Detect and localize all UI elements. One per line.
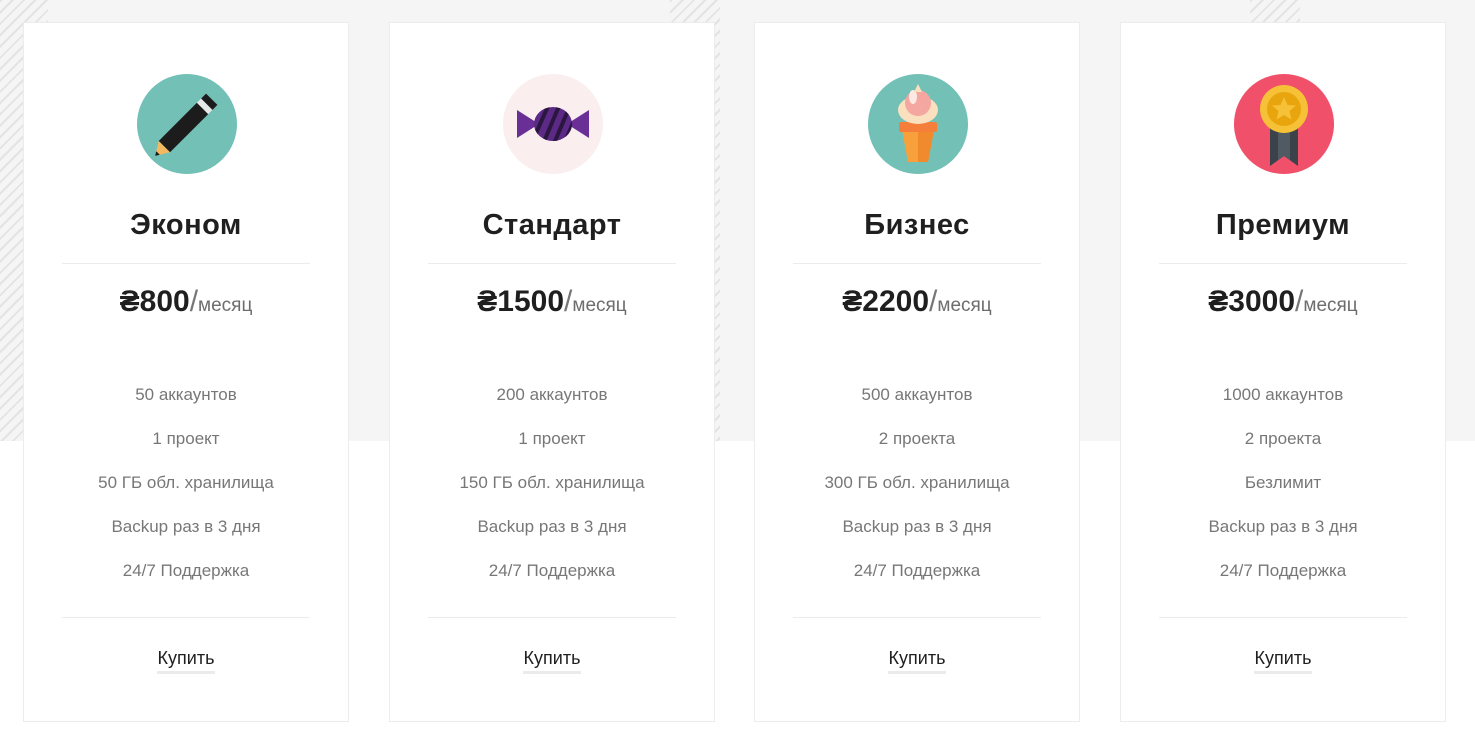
feature-list: 50 аккаунтов 1 проект 50 ГБ обл. хранили… xyxy=(24,383,348,603)
feature-item: 24/7 Поддержка xyxy=(488,561,616,580)
feature-item: 500 аккаунтов xyxy=(861,385,973,404)
feature-item: Безлимит xyxy=(1244,473,1322,492)
feature-item: 2 проекта xyxy=(1244,429,1322,448)
plan-title: Премиум xyxy=(1215,209,1351,241)
divider xyxy=(793,617,1041,618)
buy-button[interactable]: Купить xyxy=(1253,647,1313,674)
price-period: месяц xyxy=(937,295,992,316)
decorative-stripes-right xyxy=(1250,0,1300,22)
feature-item: 300 ГБ обл. хранилища xyxy=(824,473,1010,492)
plan-title: Стандарт xyxy=(482,209,622,241)
feature-item: 1 проект xyxy=(518,429,586,448)
ice-cream-icon xyxy=(868,74,968,174)
buy-wrapper: Купить xyxy=(24,647,348,674)
pricing-card-econom: Эконом ₴800/месяц 50 аккаунтов 1 проект … xyxy=(23,22,349,722)
plan-price: ₴2200/месяц xyxy=(755,285,1079,319)
feature-list: 200 аккаунтов 1 проект 150 ГБ обл. храни… xyxy=(390,383,714,603)
feature-item: 1 проект xyxy=(152,429,220,448)
buy-button[interactable]: Купить xyxy=(156,647,216,674)
feature-item: 150 ГБ обл. хранилища xyxy=(459,473,645,492)
price-period: месяц xyxy=(572,295,627,316)
price-amount: ₴2200 xyxy=(842,285,930,318)
feature-item: Backup раз в 3 дня xyxy=(1208,517,1358,536)
pricing-card-premium: Премиум ₴3000/месяц 1000 аккаунтов 2 про… xyxy=(1120,22,1446,722)
divider xyxy=(1159,617,1407,618)
pricing-card-standard: Стандарт ₴1500/месяц 200 аккаунтов 1 про… xyxy=(389,22,715,722)
pricing-card-business: Бизнес ₴2200/месяц 500 аккаунтов 2 проек… xyxy=(754,22,1080,722)
feature-item: 2 проекта xyxy=(878,429,956,448)
feature-item: Backup раз в 3 дня xyxy=(842,517,992,536)
price-separator: / xyxy=(189,285,199,318)
divider xyxy=(62,263,310,264)
feature-item: 24/7 Поддержка xyxy=(1219,561,1347,580)
plan-title: Эконом xyxy=(130,209,242,241)
price-amount: ₴800 xyxy=(119,285,190,318)
feature-item: 24/7 Поддержка xyxy=(122,561,250,580)
price-period: месяц xyxy=(1303,295,1358,316)
divider xyxy=(428,263,676,264)
divider xyxy=(793,263,1041,264)
pencil-icon xyxy=(137,74,237,174)
price-amount: ₴1500 xyxy=(477,285,565,318)
buy-button[interactable]: Купить xyxy=(887,647,947,674)
feature-item: 24/7 Поддержка xyxy=(853,561,981,580)
divider xyxy=(428,617,676,618)
medal-icon xyxy=(1234,74,1334,174)
feature-item: 1000 аккаунтов xyxy=(1222,385,1344,404)
feature-list: 1000 аккаунтов 2 проекта Безлимит Backup… xyxy=(1121,383,1445,603)
plan-price: ₴3000/месяц xyxy=(1121,285,1445,319)
feature-item: 50 аккаунтов xyxy=(135,385,237,404)
buy-button[interactable]: Купить xyxy=(522,647,582,674)
feature-list: 500 аккаунтов 2 проекта 300 ГБ обл. хран… xyxy=(755,383,1079,603)
plan-title: Бизнес xyxy=(864,209,970,241)
price-period: месяц xyxy=(198,295,253,316)
feature-item: 50 ГБ обл. хранилища xyxy=(98,473,274,492)
feature-item: Backup раз в 3 дня xyxy=(111,517,261,536)
plan-price: ₴1500/месяц xyxy=(390,285,714,319)
buy-wrapper: Купить xyxy=(755,647,1079,674)
feature-item: Backup раз в 3 дня xyxy=(477,517,627,536)
price-amount: ₴3000 xyxy=(1208,285,1296,318)
divider xyxy=(1159,263,1407,264)
buy-wrapper: Купить xyxy=(1121,647,1445,674)
plan-price: ₴800/месяц xyxy=(24,285,348,319)
candy-icon xyxy=(503,74,603,174)
feature-item: 200 аккаунтов xyxy=(496,385,608,404)
divider xyxy=(62,617,310,618)
buy-wrapper: Купить xyxy=(390,647,714,674)
